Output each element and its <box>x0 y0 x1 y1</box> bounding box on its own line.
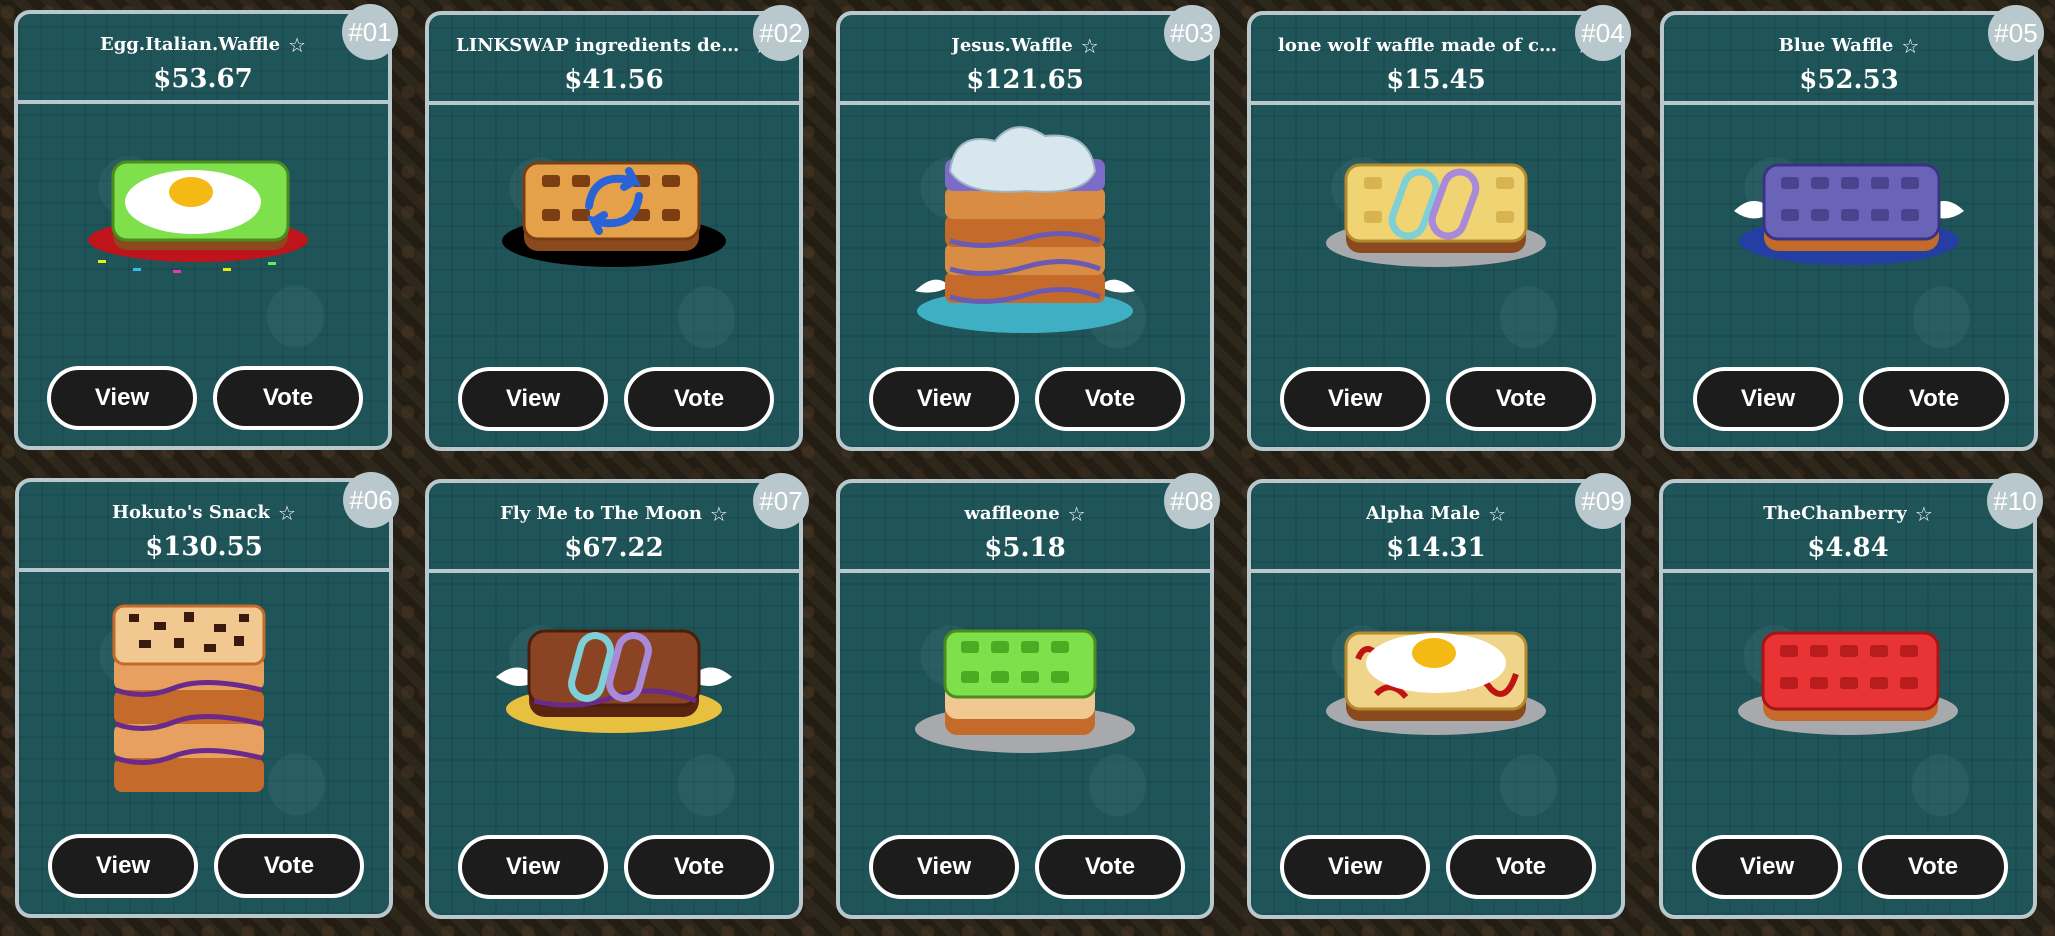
card-header: Fly Me to The Moon ☆ $67.22 <box>429 483 799 573</box>
waffle-name: Hokuto's Snack <box>112 502 271 523</box>
rank-badge: #10 <box>1987 473 2043 529</box>
blue-winged-waffle-image <box>1734 163 1964 265</box>
waffle-card-02: LINKSWAP ingredients delayed... ☆ $41.56… <box>425 5 809 451</box>
vote-button[interactable]: Vote <box>1446 367 1596 431</box>
waffle-name: LINKSWAP ingredients delayed... <box>456 35 747 56</box>
card-header: Blue Waffle ☆ $52.53 <box>1664 15 2034 105</box>
waffle-grid: Egg.Italian.Waffle ☆ $53.67 #01 View Vot… <box>0 0 2055 936</box>
waffle-name: lone wolf waffle made of choco <box>1278 35 1569 56</box>
egg-green-waffle-image <box>88 160 308 273</box>
waffle-price: $15.45 <box>1386 65 1486 95</box>
vote-button[interactable]: Vote <box>214 834 364 898</box>
green-double-waffle-image <box>915 629 1135 753</box>
vote-button[interactable]: Vote <box>1859 367 2009 431</box>
waffle-price: $67.22 <box>564 533 664 563</box>
rank-badge: #01 <box>342 4 398 60</box>
waffle-name: TheChanberry <box>1763 503 1907 524</box>
vote-button[interactable]: Vote <box>1035 835 1185 899</box>
moon-winged-waffle-image <box>496 629 732 733</box>
waffle-price: $52.53 <box>1799 65 1899 95</box>
card-header: LINKSWAP ingredients delayed... ☆ $41.56 <box>429 15 799 105</box>
favorite-star-icon[interactable]: ☆ <box>1901 36 1919 56</box>
vote-button[interactable]: Vote <box>624 835 774 899</box>
yellow-logo-waffle-image <box>1326 163 1546 267</box>
waffle-card-09: Alpha Male ☆ $14.31 #09 View Vote <box>1247 473 1631 919</box>
favorite-star-icon[interactable]: ☆ <box>1068 504 1086 524</box>
view-button[interactable]: View <box>1280 835 1430 899</box>
waffle-card-01: Egg.Italian.Waffle ☆ $53.67 #01 View Vot… <box>14 4 398 450</box>
waffle-card-06: Hokuto's Snack ☆ $130.55 #06 View Vote <box>15 472 399 918</box>
vote-button[interactable]: Vote <box>1446 835 1596 899</box>
waffle-price: $121.65 <box>966 65 1084 95</box>
favorite-star-icon[interactable]: ☆ <box>1915 504 1933 524</box>
waffle-price: $41.56 <box>564 65 664 95</box>
rank-badge: #03 <box>1164 5 1220 61</box>
card-header: lone wolf waffle made of choco ☆ $15.45 <box>1251 15 1621 105</box>
rank-badge: #04 <box>1575 5 1631 61</box>
chocolate-stack-waffle-image <box>112 604 266 792</box>
waffle-price: $53.67 <box>153 64 253 94</box>
rank-badge: #09 <box>1575 473 1631 529</box>
card-header: Egg.Italian.Waffle ☆ $53.67 <box>18 14 388 104</box>
waffle-card-08: waffleone ☆ $5.18 #08 View Vote <box>836 473 1220 919</box>
waffle-card-07: Fly Me to The Moon ☆ $67.22 #07 View Vot… <box>425 473 809 919</box>
rank-badge: #05 <box>1988 5 2044 61</box>
favorite-star-icon[interactable]: ☆ <box>288 35 306 55</box>
favorite-star-icon[interactable]: ☆ <box>1081 36 1099 56</box>
waffle-card-05: Blue Waffle ☆ $52.53 #05 View Vote <box>1660 5 2044 451</box>
view-button[interactable]: View <box>1692 835 1842 899</box>
swap-waffle-image <box>502 161 726 267</box>
vote-button[interactable]: Vote <box>1858 835 2008 899</box>
view-button[interactable]: View <box>47 366 197 430</box>
rank-badge: #02 <box>753 5 809 61</box>
vote-button[interactable]: Vote <box>1035 367 1185 431</box>
waffle-name: Egg.Italian.Waffle <box>99 34 281 55</box>
waffle-price: $14.31 <box>1386 533 1486 563</box>
card-header: waffleone ☆ $5.18 <box>840 483 1210 573</box>
waffle-price: $130.55 <box>145 532 263 562</box>
waffle-name: Jesus.Waffle <box>951 35 1073 56</box>
red-waffle-image <box>1738 631 1958 735</box>
waffle-price: $4.84 <box>1807 533 1889 563</box>
waffle-price: $5.18 <box>984 533 1066 563</box>
rank-badge: #07 <box>753 473 809 529</box>
waffle-card-10: TheChanberry ☆ $4.84 #10 View Vote <box>1659 473 2043 919</box>
card-header: TheChanberry ☆ $4.84 <box>1663 483 2033 573</box>
vote-button[interactable]: Vote <box>213 366 363 430</box>
waffle-name: Alpha Male <box>1365 503 1481 524</box>
favorite-star-icon[interactable]: ☆ <box>710 504 728 524</box>
waffle-name: Fly Me to The Moon <box>500 503 702 524</box>
view-button[interactable]: View <box>869 367 1019 431</box>
view-button[interactable]: View <box>48 834 198 898</box>
waffle-card-03: Jesus.Waffle ☆ $121.65 #03 View Vote <box>836 5 1220 451</box>
view-button[interactable]: View <box>1280 367 1430 431</box>
card-header: Hokuto's Snack ☆ $130.55 <box>19 482 389 572</box>
view-button[interactable]: View <box>869 835 1019 899</box>
vote-button[interactable]: Vote <box>624 367 774 431</box>
rank-badge: #08 <box>1164 473 1220 529</box>
rank-badge: #06 <box>343 472 399 528</box>
cream-stack-waffle-image <box>915 126 1135 333</box>
card-header: Jesus.Waffle ☆ $121.65 <box>840 15 1210 105</box>
favorite-star-icon[interactable]: ☆ <box>278 503 296 523</box>
egg-sauce-waffle-image <box>1326 631 1546 735</box>
favorite-star-icon[interactable]: ☆ <box>1488 504 1506 524</box>
waffle-name: waffleone <box>964 503 1060 524</box>
card-header: Alpha Male ☆ $14.31 <box>1251 483 1621 573</box>
view-button[interactable]: View <box>458 835 608 899</box>
view-button[interactable]: View <box>1693 367 1843 431</box>
view-button[interactable]: View <box>458 367 608 431</box>
waffle-name: Blue Waffle <box>1778 35 1894 56</box>
waffle-card-04: lone wolf waffle made of choco ☆ $15.45 … <box>1247 5 1631 451</box>
